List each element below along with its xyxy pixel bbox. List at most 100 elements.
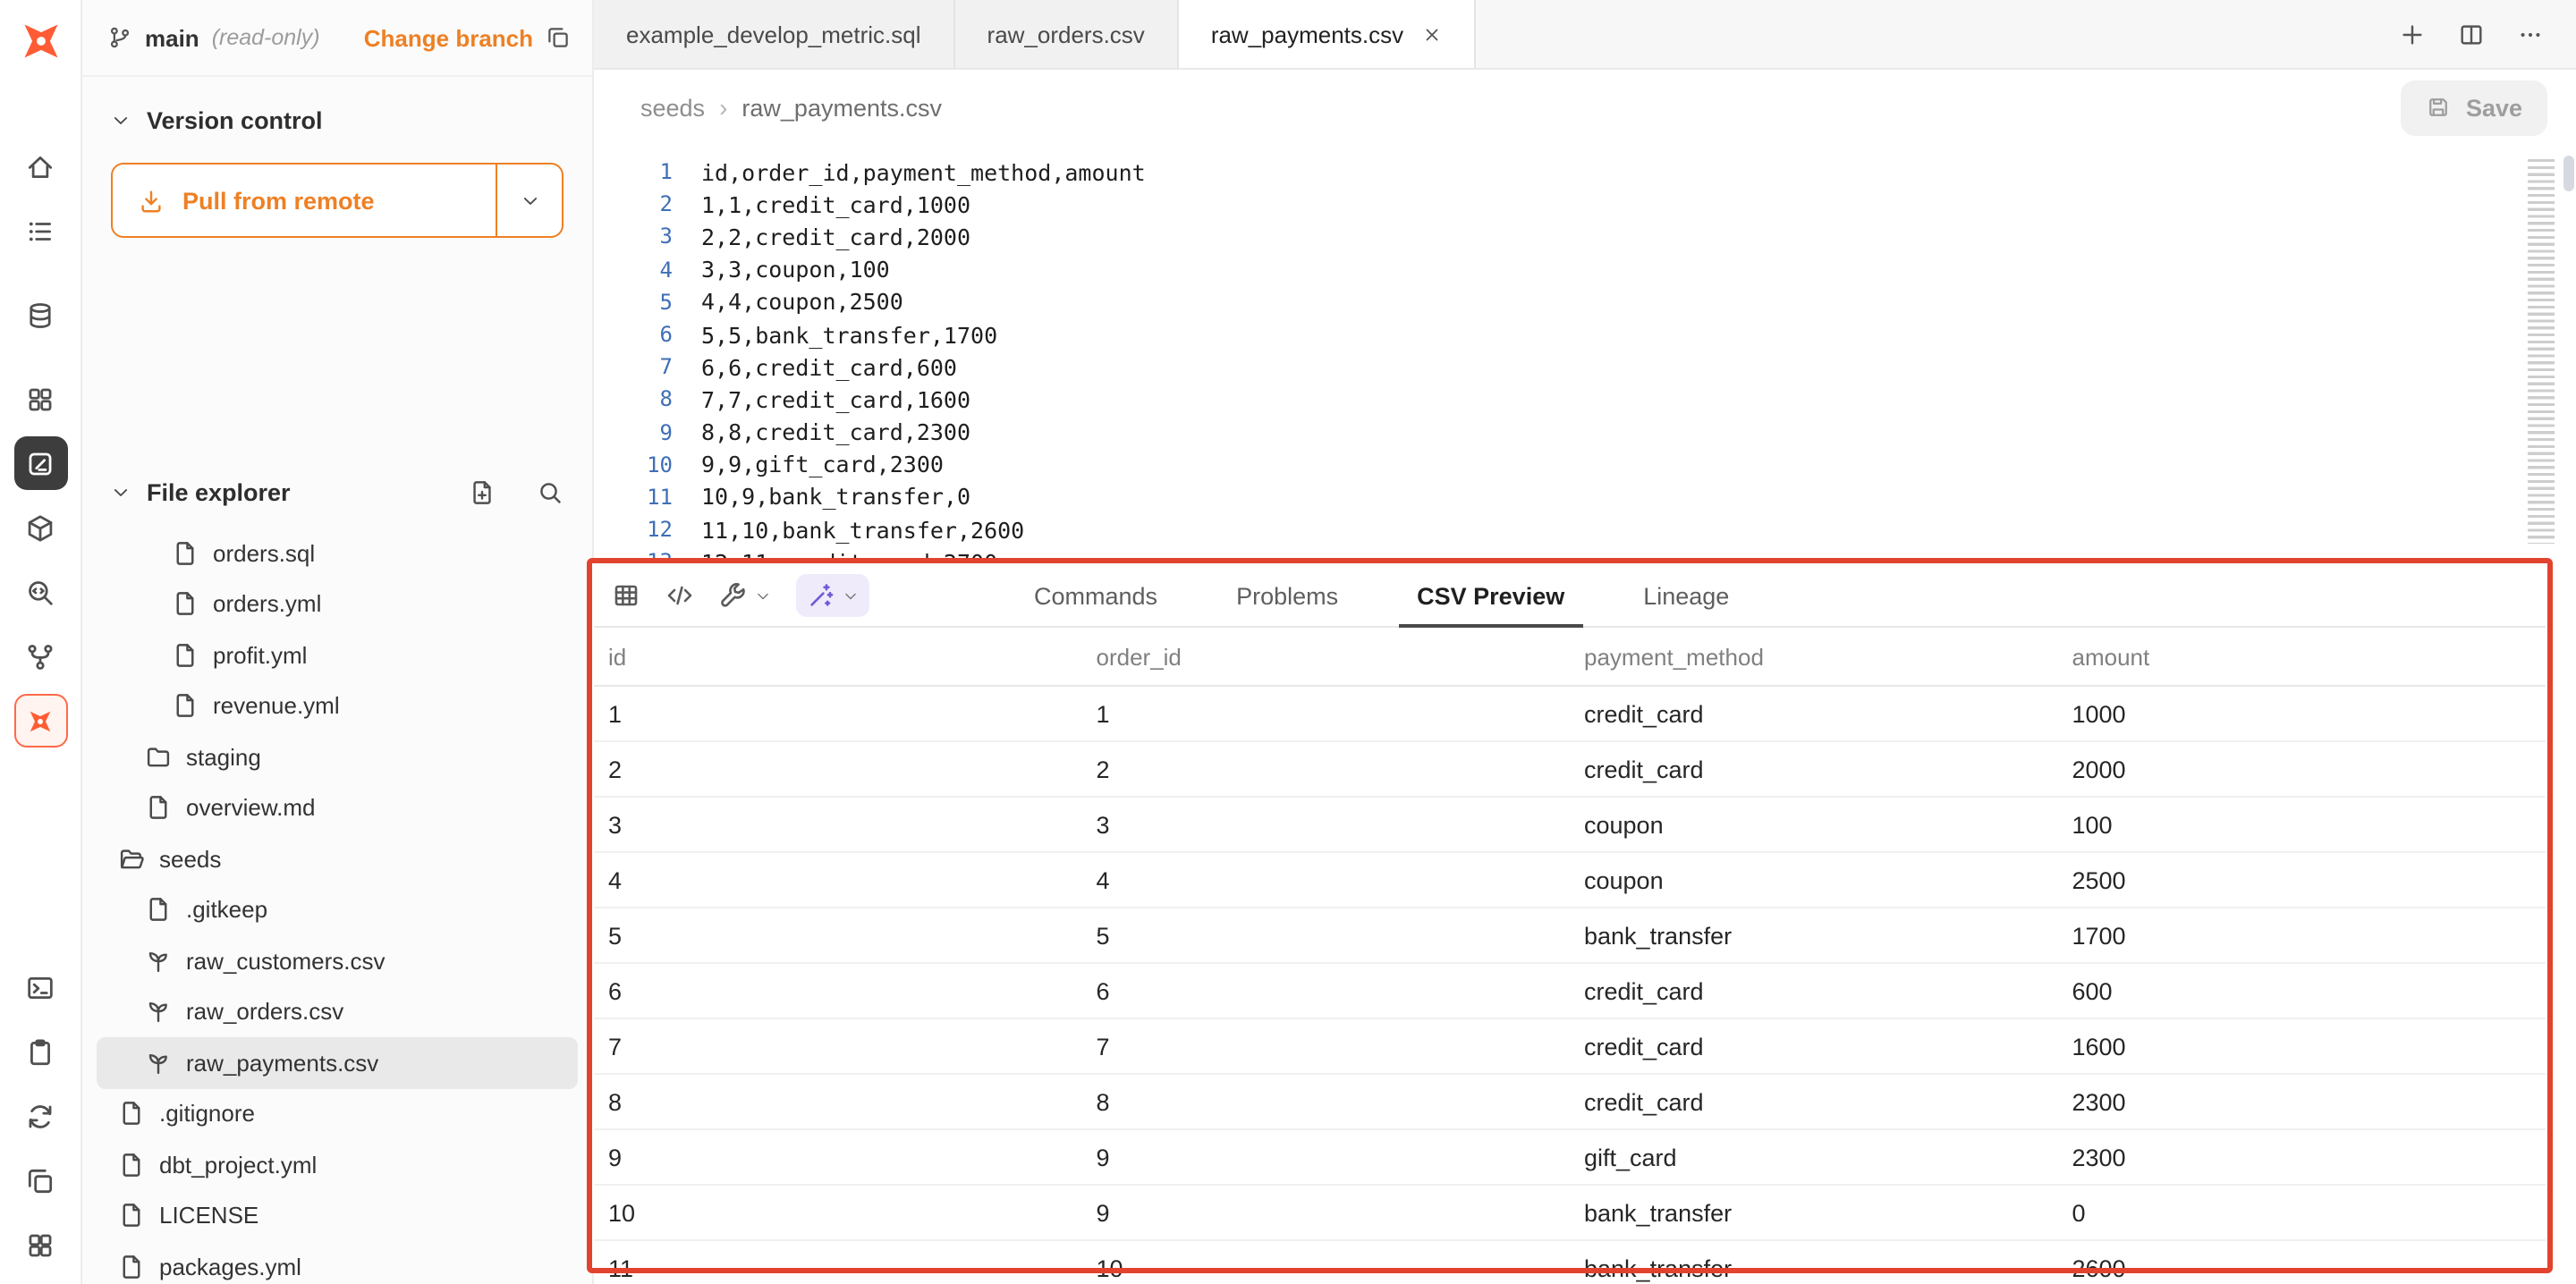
tree-item[interactable]: seeds (97, 833, 578, 884)
table-cell: 2500 (2058, 866, 2546, 893)
new-file-icon[interactable] (469, 478, 496, 505)
editor-tab[interactable]: raw_orders.csv (955, 0, 1179, 68)
tree-item[interactable]: raw_customers.csv (97, 935, 578, 986)
table-cell: 5 (1082, 922, 1571, 949)
tree-item[interactable]: overview.md (97, 782, 578, 833)
change-branch-link[interactable]: Change branch (364, 24, 533, 51)
table-cell: 2300 (2058, 1088, 2546, 1115)
file-icon (172, 540, 199, 567)
tree-item[interactable]: orders.sql (97, 528, 578, 579)
line-text: 5,5,bank_transfer,1700 (701, 321, 997, 348)
line-number: 7 (594, 354, 673, 379)
line-number: 4 (594, 257, 673, 282)
copy-branch-icon[interactable] (546, 25, 571, 50)
chevron-down-icon (755, 587, 771, 604)
home-icon[interactable] (13, 139, 67, 193)
table-cell: bank_transfer (1570, 922, 2058, 949)
wrench-dropdown[interactable] (719, 581, 771, 610)
table-icon[interactable] (612, 581, 640, 610)
panel-tab[interactable]: Lineage (1604, 565, 1768, 626)
table-row: 8 8 credit_card 2300 (594, 1075, 2546, 1130)
git-branch-icon (107, 25, 132, 50)
package-icon[interactable] (13, 501, 67, 554)
dbt-docs-icon[interactable] (13, 694, 67, 748)
minimap[interactable] (2528, 159, 2555, 544)
file-explorer-header[interactable]: File explorer (82, 467, 592, 517)
tree-item[interactable]: .gitignore (97, 1088, 578, 1139)
line-text: 9,9,gift_card,2300 (701, 452, 944, 478)
tree-item-label: seeds (159, 846, 221, 873)
split-editor-icon[interactable] (2458, 21, 2485, 47)
code-line: 10 9,9,gift_card,2300 (594, 448, 2576, 480)
line-number: 13 (594, 550, 673, 558)
table-cell: 2600 (2058, 1254, 2546, 1281)
main-area: example_develop_metric.sql raw_orders.cs… (594, 0, 2576, 1284)
save-button-label: Save (2466, 94, 2522, 121)
tree-item-label: dbt_project.yml (159, 1152, 317, 1178)
save-button[interactable]: Save (2402, 80, 2547, 135)
tree-item[interactable]: orders.yml (97, 579, 578, 629)
panel-tab[interactable]: Problems (1197, 565, 1377, 626)
tab-actions (2367, 0, 2576, 68)
tree-item[interactable]: dbt_project.yml (97, 1139, 578, 1190)
table-cell: 10 (1082, 1254, 1571, 1281)
scrollbar-thumb[interactable] (2563, 156, 2574, 191)
magic-wand-icon (807, 581, 835, 610)
code-line: 6 5,5,bank_transfer,1700 (594, 318, 2576, 351)
tree-item[interactable]: LICENSE (97, 1190, 578, 1241)
tree-item[interactable]: profit.yml (97, 629, 578, 680)
table-row: 5 5 bank_transfer 1700 (594, 908, 2546, 964)
pull-button-main[interactable]: Pull from remote (113, 165, 496, 236)
sync-icon[interactable] (13, 1089, 67, 1143)
panel-tab[interactable]: Commands (995, 565, 1197, 626)
table-cell: 2000 (2058, 756, 2546, 782)
tree-item-label: staging (186, 744, 261, 771)
code-editor[interactable]: 1 id,order_id,payment_method,amount 2 1,… (594, 145, 2576, 558)
new-tab-icon[interactable] (2399, 21, 2426, 47)
dbt-logo[interactable] (13, 14, 67, 68)
magic-wand-dropdown[interactable] (796, 574, 869, 617)
database-icon[interactable] (13, 288, 67, 342)
copy-icon[interactable] (13, 1153, 67, 1207)
apps-icon[interactable] (13, 1218, 67, 1271)
table-row: 7 7 credit_card 1600 (594, 1019, 2546, 1075)
editor-icon[interactable] (13, 436, 67, 490)
editor-tab[interactable]: raw_payments.csv (1179, 0, 1475, 68)
terminal-icon[interactable] (13, 960, 67, 1014)
tree-item[interactable]: raw_orders.csv (97, 986, 578, 1037)
pull-from-remote-button[interactable]: Pull from remote (111, 163, 564, 238)
editor-tab-bar: example_develop_metric.sql raw_orders.cs… (594, 0, 2576, 70)
table-cell: 1 (594, 700, 1082, 727)
table-cell: gift_card (1570, 1144, 2058, 1170)
branch-mode: (read-only) (212, 25, 320, 50)
fork-icon[interactable] (13, 629, 67, 683)
line-number: 8 (594, 387, 673, 412)
grid-icon[interactable] (13, 372, 67, 426)
search-code-icon[interactable] (13, 565, 67, 619)
more-options-icon[interactable] (2517, 21, 2544, 47)
column-header: payment_method (1570, 643, 2058, 670)
pull-dropdown-button[interactable] (496, 165, 562, 236)
table-cell: 600 (2058, 977, 2546, 1004)
tree-item[interactable]: packages.yml (97, 1241, 578, 1284)
breadcrumb-parent[interactable]: seeds (640, 94, 705, 121)
line-number: 9 (594, 419, 673, 444)
search-icon[interactable] (537, 478, 564, 505)
tree-item[interactable]: revenue.yml (97, 680, 578, 731)
editor-tab[interactable]: example_develop_metric.sql (594, 0, 955, 68)
outline-icon[interactable] (13, 204, 67, 258)
panel-tab[interactable]: CSV Preview (1377, 565, 1604, 626)
chevron-down-icon (520, 190, 539, 210)
close-icon[interactable] (1421, 24, 1441, 44)
line-text: 6,6,credit_card,600 (701, 353, 957, 380)
panel-tabs: Commands Problems CSV Preview Lineage (995, 565, 1768, 626)
version-control-header[interactable]: Version control (111, 95, 564, 145)
table-cell: 100 (2058, 811, 2546, 838)
code-icon[interactable] (665, 581, 694, 610)
seed-icon (145, 948, 172, 975)
tree-item[interactable]: .gitkeep (97, 884, 578, 935)
clipboard-icon[interactable] (13, 1025, 67, 1078)
tree-item[interactable]: raw_payments.csv (97, 1037, 578, 1088)
table-row: 2 2 credit_card 2000 (594, 742, 2546, 798)
tree-item[interactable]: staging (97, 731, 578, 782)
